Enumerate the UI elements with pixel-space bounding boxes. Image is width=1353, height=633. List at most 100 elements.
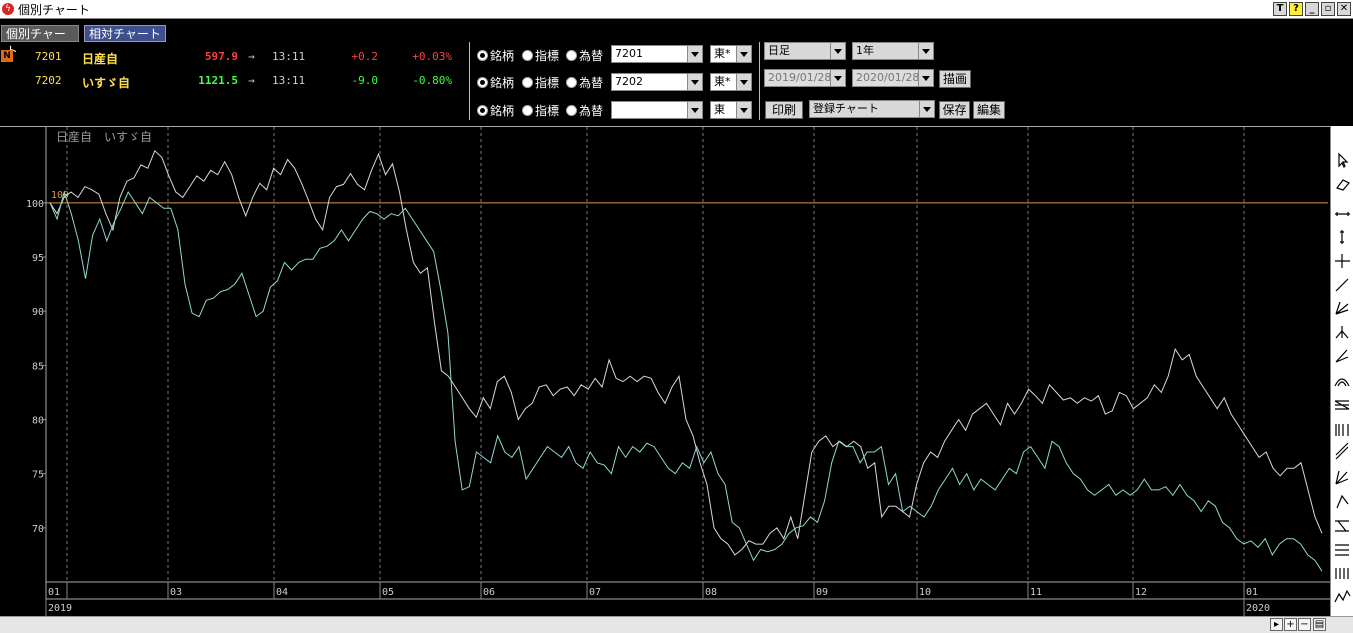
radio-fx-1[interactable]: 為替 [566,47,603,64]
code-combo-1[interactable]: 7201 [611,45,703,63]
legend-series-1: 日産自 [56,129,92,144]
radio-dot[interactable] [477,50,488,61]
span-combo[interactable]: 1年 [852,42,934,60]
title-bar: ϟ 個別チャート T ? _ ▫ ✕ [0,0,1353,19]
zoom-out-icon[interactable]: − [1298,618,1311,631]
radio-index-2[interactable]: 指標 [522,74,559,91]
y-tick-label: 100 [26,199,44,210]
radio-index-3[interactable]: 指標 [522,102,559,119]
quote-name: いすゞ自 [82,76,131,90]
relative-chart[interactable]: 70 75 80 85 90 95 100 100 日産自 いすゞ自 01 03 04 05 06 0… [0,127,1330,617]
chevron-down-icon[interactable] [736,74,751,90]
radio-dot[interactable] [566,50,577,61]
cross-line-icon[interactable] [1335,254,1350,268]
month-label: 12 [1135,587,1147,598]
chart-area[interactable]: 70 75 80 85 90 95 100 100 日産自 いすゞ自 01 03 04 05 06 0… [0,126,1330,617]
period-combo[interactable]: 日足 [764,42,846,60]
y-tick-label: 75 [32,470,44,481]
radio-dot[interactable] [566,105,577,116]
code-value: 7202 [615,75,643,88]
market-value: 東* [714,47,731,60]
chevron-down-icon[interactable] [918,70,933,86]
radio-label: 銘柄 [490,76,515,90]
code-combo-3[interactable] [611,101,703,119]
save-button[interactable]: 保存 [939,101,970,119]
horizontal-scrollbar[interactable]: ▸ + − ▤ [0,616,1353,633]
settings-icon[interactable]: ▤ [1313,618,1326,631]
tab-individual-chart[interactable]: 個別チャート [1,25,79,58]
fibonacci-retrace-icon[interactable] [1334,400,1350,410]
market-combo-3[interactable]: 東 [710,101,752,119]
y-tick-label: 95 [32,253,44,264]
chevron-down-icon[interactable] [830,70,845,86]
fibonacci-fan-icon[interactable] [1335,349,1349,363]
pitchfork-icon[interactable] [1335,326,1349,339]
divider [469,42,470,120]
radio-fx-2[interactable]: 為替 [566,74,603,91]
radio-dot[interactable] [477,77,488,88]
tab-relative-chart[interactable]: 相対チャート [84,25,166,42]
eraser-icon[interactable] [1336,179,1350,191]
radio-dot[interactable] [566,77,577,88]
chevron-down-icon[interactable] [687,74,702,90]
date-to-value: 2020/01/28 [856,71,920,84]
quote-change-pct: +0.03% [412,50,452,63]
gann-fan-icon[interactable] [1335,470,1349,485]
chevron-down-icon[interactable] [830,43,845,59]
chevron-down-icon[interactable] [687,102,702,118]
scroll-right-icon[interactable]: ▸ [1270,618,1283,631]
chevron-down-icon[interactable] [687,46,702,62]
market-combo-2[interactable]: 東* [710,73,752,91]
vertical-line-icon[interactable] [1340,230,1344,244]
app-window: ϟ 個別チャート T ? _ ▫ ✕ 個別チャート 相対チャート N 7201 … [0,0,1353,633]
restore-button[interactable]: ▫ [1321,2,1335,16]
radio-dot[interactable] [522,50,533,61]
chevron-down-icon[interactable] [918,43,933,59]
close-button[interactable]: ✕ [1337,2,1351,16]
radio-dot[interactable] [477,105,488,116]
month-label: 03 [170,587,182,598]
fibonacci-time-icon[interactable] [1335,424,1349,436]
parallel-line-icon[interactable] [1335,442,1349,460]
month-label: 09 [816,587,828,598]
trend-line-icon[interactable] [1335,278,1349,292]
cursor-icon[interactable] [1338,152,1349,169]
text-size-button[interactable]: T [1273,2,1287,16]
y-tick-label: 90 [32,307,44,318]
speed-line-icon[interactable] [1336,494,1349,509]
radio-dot[interactable] [522,77,533,88]
chevron-down-icon[interactable] [736,102,751,118]
radio-stock-3[interactable]: 銘柄 [477,102,514,119]
edit-button[interactable]: 編集 [973,101,1005,119]
channel-icon[interactable] [1335,520,1349,532]
code-combo-2[interactable]: 7202 [611,73,703,91]
month-label: 04 [276,587,288,598]
regression-icon[interactable] [1335,544,1349,556]
radio-stock-2[interactable]: 銘柄 [477,74,514,91]
quote-time: 13:11 [272,74,306,87]
radio-index-1[interactable]: 指標 [522,47,559,64]
zoom-in-icon[interactable]: + [1284,618,1297,631]
legend-series-2: いすゞ自 [104,130,152,144]
saved-chart-combo[interactable]: 登録チャート [809,100,935,118]
date-from-field[interactable]: 2019/01/28 [764,69,846,87]
month-label: 05 [382,587,394,598]
horizontal-line-icon[interactable] [1335,212,1350,216]
fibonacci-arc-icon[interactable] [1334,378,1350,387]
radio-fx-3[interactable]: 為替 [566,102,603,119]
date-to-field[interactable]: 2020/01/28 [852,69,934,87]
minimize-button[interactable]: _ [1305,2,1319,16]
quote-code: 7202 [35,74,62,87]
chevron-down-icon[interactable] [736,46,751,62]
help-button[interactable]: ? [1289,2,1303,16]
wave-icon[interactable] [1334,589,1351,603]
fan-line-icon[interactable] [1335,301,1349,315]
chevron-down-icon[interactable] [919,101,934,117]
market-combo-1[interactable]: 東* [710,45,752,63]
radio-stock-1[interactable]: 銘柄 [477,47,514,64]
print-button[interactable]: 印刷 [765,101,803,119]
draw-button[interactable]: 描画 [939,70,971,88]
cycle-icon[interactable] [1335,568,1349,579]
radio-dot[interactable] [522,105,533,116]
radio-label: 銘柄 [490,49,515,63]
